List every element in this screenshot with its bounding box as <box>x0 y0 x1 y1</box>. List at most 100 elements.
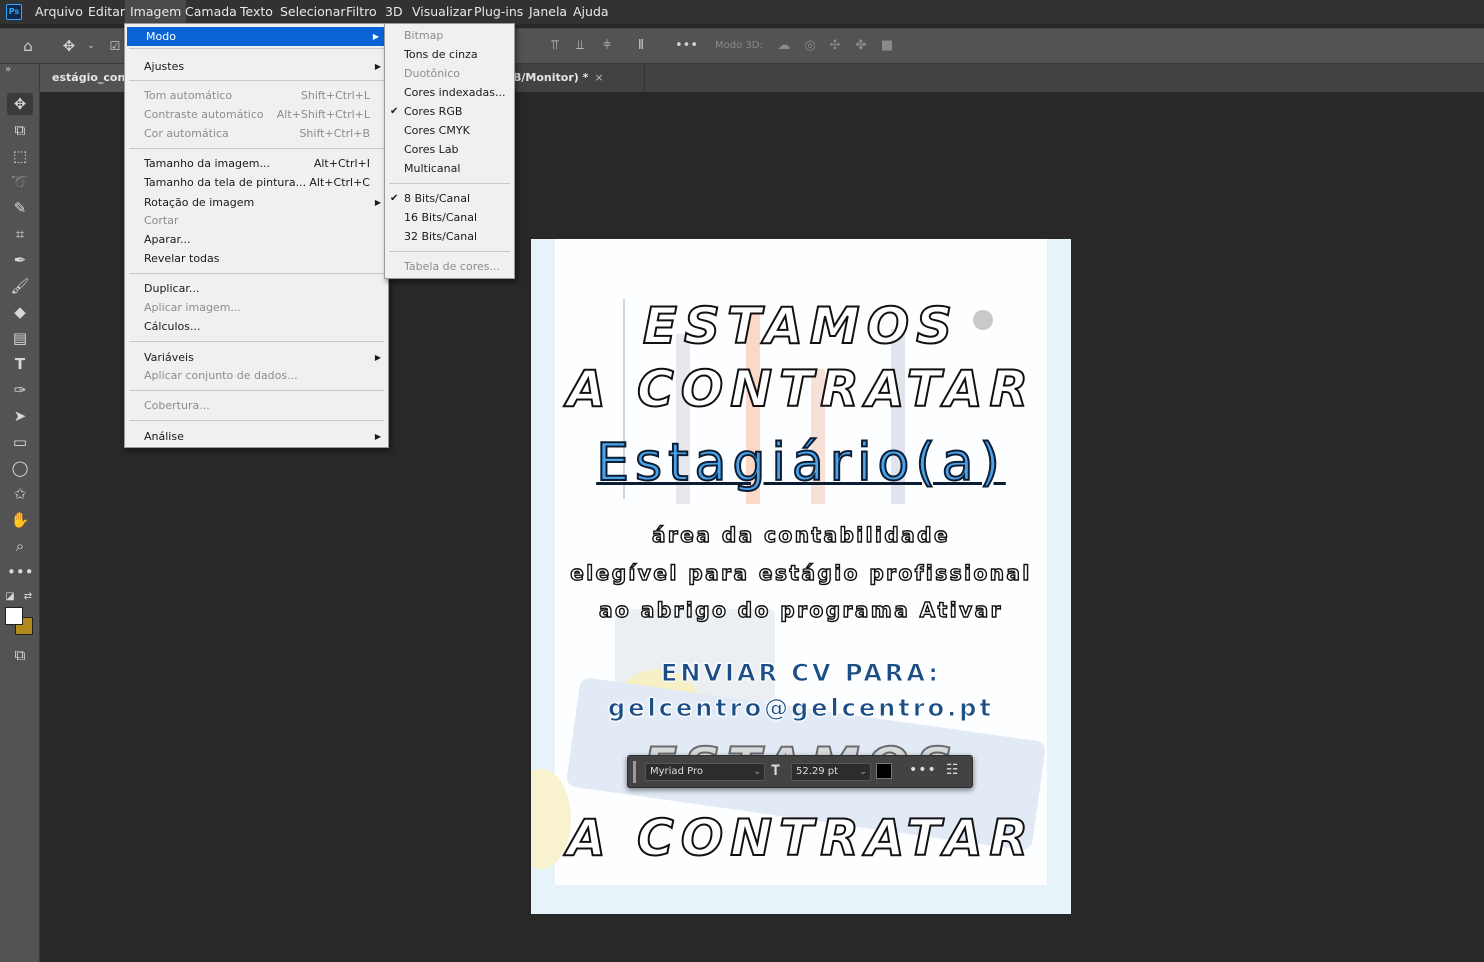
zoom-tool-icon[interactable]: ⌕ <box>7 535 33 557</box>
check-icon: ✔ <box>390 106 399 117</box>
swap-colors-icon[interactable]: ⇄ <box>20 586 36 608</box>
foreground-color-swatch[interactable] <box>5 607 23 625</box>
font-family-select[interactable]: Myriad Pro ⌄ <box>645 763 765 781</box>
mode-tons-de-cinza[interactable]: Tons de cinza <box>385 45 514 64</box>
align-top-icon[interactable]: ⫪ <box>546 37 564 55</box>
body-line-2: elegível para estágio profissional <box>570 560 1032 585</box>
email-address: gelcentro@gelcentro.pt <box>608 694 994 723</box>
move-tool-icon[interactable]: ✥ <box>7 93 33 115</box>
eyedropper-tool-icon[interactable]: ✒ <box>7 249 33 271</box>
marquee-tool-icon[interactable]: ⬚ <box>7 145 33 167</box>
mode-duotonico[interactable]: Duotônico <box>385 64 514 83</box>
menu-visualizar[interactable]: Visualizar <box>407 0 477 24</box>
menu-item-duplicar[interactable]: Duplicar... <box>125 279 388 298</box>
more-options-icon[interactable]: ••• <box>675 37 698 55</box>
home-icon[interactable]: ⌂ <box>19 37 37 55</box>
more-options-icon[interactable]: ••• <box>909 762 937 778</box>
mode-cores-cmyk[interactable]: Cores CMYK <box>385 121 514 140</box>
menu-item-label: Ajustes <box>144 60 185 73</box>
menu-item-aparar[interactable]: Aparar... <box>125 230 388 249</box>
menu-separator <box>129 420 384 421</box>
pan-3d-icon[interactable]: ✣ <box>826 37 844 55</box>
crop-tool-icon[interactable]: ⌗ <box>7 223 33 245</box>
menu-3d[interactable]: 3D <box>380 0 408 24</box>
type-tool-icon[interactable]: T <box>7 353 33 375</box>
mode-cores-rgb[interactable]: ✔ Cores RGB <box>385 102 514 121</box>
custom-shape-tool-icon[interactable]: ✩ <box>7 483 33 505</box>
menu-item-contraste-automatico[interactable]: Contraste automático Alt+Shift+Ctrl+L <box>125 105 388 124</box>
align-middle-icon[interactable]: ⫫ <box>571 37 589 55</box>
camera-3d-icon[interactable]: ■ <box>878 37 896 55</box>
menu-editar[interactable]: Editar <box>83 0 130 24</box>
menu-item-rotacao[interactable]: Rotação de imagem ▶ <box>125 193 388 212</box>
menu-camada[interactable]: Camada <box>180 0 242 24</box>
quick-select-tool-icon[interactable]: ✎ <box>7 197 33 219</box>
quick-mask-icon[interactable]: ⧉ <box>7 644 33 666</box>
menu-janela[interactable]: Janela <box>524 0 572 24</box>
menu-item-calculos[interactable]: Cálculos... <box>125 317 388 336</box>
heading-estamos: ESTAMOS <box>642 296 960 356</box>
menu-item-tamanho-imagem[interactable]: Tamanho da imagem... Alt+Ctrl+I <box>125 154 388 173</box>
chevron-down-icon[interactable]: ⌄ <box>82 37 100 55</box>
mode-32-bits[interactable]: 32 Bits/Canal <box>385 227 514 246</box>
menu-item-analise[interactable]: Análise ▶ <box>125 427 388 446</box>
menu-ajuda[interactable]: Ajuda <box>568 0 614 24</box>
document-canvas[interactable]: ESTAMOS A CONTRATAR Estagiário(a) área d… <box>531 239 1071 914</box>
ellipse-tool-icon[interactable]: ◯ <box>7 457 33 479</box>
menu-item-label: Análise <box>144 430 184 443</box>
roll-3d-icon[interactable]: ◎ <box>801 37 819 55</box>
mode-cores-lab[interactable]: Cores Lab <box>385 140 514 159</box>
menu-item-tamanho-tela[interactable]: Tamanho da tela de pintura... Alt+Ctrl+C <box>125 173 388 192</box>
menu-filtro[interactable]: Filtro <box>341 0 382 24</box>
collapse-panel-icon[interactable]: » <box>5 64 11 75</box>
default-colors-icon[interactable]: ◪ <box>2 586 18 608</box>
tab-active-document[interactable]: B/Monitor) * × <box>505 64 645 92</box>
menu-item-ajustes[interactable]: Ajustes ▶ <box>125 57 388 76</box>
hand-tool-icon[interactable]: ✋ <box>7 509 33 531</box>
mode-multicanal[interactable]: Multicanal <box>385 159 514 178</box>
font-size-select[interactable]: 52.29 pt ⌄ <box>791 763 871 781</box>
properties-icon[interactable]: ☷ <box>946 762 959 778</box>
path-select-tool-icon[interactable]: ➤ <box>7 405 33 427</box>
mode-16-bits[interactable]: 16 Bits/Canal <box>385 208 514 227</box>
mode-cores-indexadas[interactable]: Cores indexadas... <box>385 83 514 102</box>
rectangle-tool-icon[interactable]: ▭ <box>7 431 33 453</box>
tab-estagio-contabilidade[interactable]: estágio_conta <box>40 64 128 92</box>
menu-texto[interactable]: Texto <box>235 0 278 24</box>
brush-tool-icon[interactable]: 🖌 <box>7 275 33 297</box>
mode-tabela-de-cores[interactable]: Tabela de cores... <box>385 257 514 276</box>
menu-arquivo[interactable]: Arquivo <box>30 0 88 24</box>
menu-item-aplicar-conjunto[interactable]: Aplicar conjunto de dados... <box>125 366 388 385</box>
chevron-down-icon: ⌄ <box>859 767 867 777</box>
menu-item-cobertura[interactable]: Cobertura... <box>125 396 388 415</box>
orbit-3d-icon[interactable]: ☁ <box>775 37 793 55</box>
move-tool-icon[interactable]: ✥ <box>60 37 78 55</box>
drag-handle[interactable] <box>633 761 636 783</box>
menu-selecionar[interactable]: Selecionar <box>275 0 351 24</box>
align-bottom-icon[interactable]: ⫩ <box>598 37 616 55</box>
mode-8-bits[interactable]: ✔ 8 Bits/Canal <box>385 189 514 208</box>
eraser-tool-icon[interactable]: ◆ <box>7 301 33 323</box>
lasso-tool-icon[interactable]: ➰ <box>7 171 33 193</box>
menu-separator <box>129 80 384 81</box>
edit-toolbar-icon[interactable]: ••• <box>7 561 34 583</box>
menu-item-revelar-todas[interactable]: Revelar todas <box>125 249 388 268</box>
menu-plugins[interactable]: Plug-ins <box>469 0 528 24</box>
close-icon[interactable]: × <box>594 71 603 84</box>
distribute-icon[interactable]: ⫴ <box>632 37 650 55</box>
mode-bitmap[interactable]: Bitmap <box>385 26 514 45</box>
artboard-tool-icon[interactable]: ⧉ <box>7 119 33 141</box>
text-color-swatch[interactable] <box>876 763 892 779</box>
menu-item-tom-automatico[interactable]: Tom automático Shift+Ctrl+L <box>125 86 388 105</box>
pen-tool-icon[interactable]: ✑ <box>7 379 33 401</box>
slide-3d-icon[interactable]: ✤ <box>852 37 870 55</box>
photoshop-logo-icon[interactable]: Ps <box>6 4 22 20</box>
auto-select-checkbox[interactable]: ☑ <box>106 37 124 55</box>
menu-item-aplicar-imagem[interactable]: Aplicar imagem... <box>125 298 388 317</box>
menu-item-cortar[interactable]: Cortar <box>125 211 388 230</box>
menu-item-variaveis[interactable]: Variáveis ▶ <box>125 348 388 367</box>
menu-item-cor-automatica[interactable]: Cor automática Shift+Ctrl+B <box>125 124 388 143</box>
menu-imagem[interactable]: Imagem <box>125 0 187 24</box>
menu-item-modo[interactable]: Modo ▶ <box>127 27 386 46</box>
gradient-tool-icon[interactable]: ▤ <box>7 327 33 349</box>
